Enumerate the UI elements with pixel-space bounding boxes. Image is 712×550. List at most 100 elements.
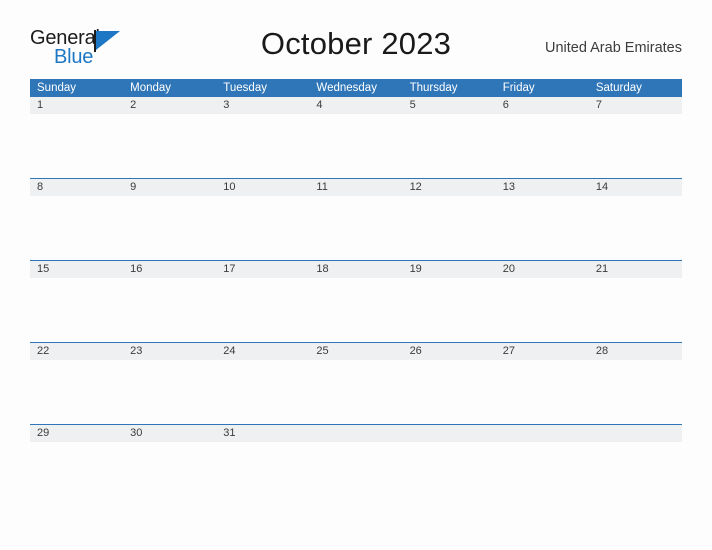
calendar-day-cell[interactable] bbox=[495, 424, 589, 506]
calendar-day-cell[interactable]: 6 bbox=[495, 97, 589, 179]
day-number: 29 bbox=[37, 427, 50, 439]
calendar-day-cell[interactable]: 8 bbox=[30, 178, 124, 261]
calendar-day-cell[interactable]: 12 bbox=[402, 178, 496, 261]
calendar-day-cell[interactable]: 23 bbox=[123, 342, 217, 425]
day-cell-content: 5 bbox=[402, 97, 496, 178]
day-number: 15 bbox=[37, 263, 50, 275]
calendar-table: Sunday Monday Tuesday Wednesday Thursday… bbox=[30, 79, 682, 506]
day-number-band: 5 bbox=[402, 97, 496, 114]
day-number-band: 20 bbox=[495, 261, 589, 278]
calendar-day-cell[interactable] bbox=[402, 424, 496, 506]
day-cell-content: 6 bbox=[495, 97, 589, 178]
calendar-day-cell[interactable]: 26 bbox=[402, 342, 496, 425]
day-number: 23 bbox=[130, 345, 143, 357]
day-number-band: 6 bbox=[495, 97, 589, 114]
day-cell-content: 23 bbox=[123, 343, 217, 424]
day-number: 18 bbox=[316, 263, 329, 275]
day-number: 10 bbox=[223, 181, 236, 193]
day-number: 1 bbox=[37, 99, 44, 111]
day-cell-content: 15 bbox=[30, 261, 124, 342]
day-number: 5 bbox=[409, 99, 416, 111]
day-cell-content: 14 bbox=[588, 179, 682, 260]
day-number: 20 bbox=[502, 263, 515, 275]
calendar-day-cell[interactable]: 27 bbox=[495, 342, 589, 425]
day-cell-content: 24 bbox=[216, 343, 310, 424]
day-cell-content: 7 bbox=[588, 97, 682, 178]
calendar-day-cell[interactable]: 4 bbox=[309, 97, 403, 179]
calendar-day-cell[interactable] bbox=[309, 424, 403, 506]
calendar-day-cell[interactable]: 2 bbox=[123, 97, 217, 179]
calendar-day-cell[interactable] bbox=[588, 424, 682, 506]
calendar-day-cell[interactable]: 30 bbox=[123, 424, 217, 506]
day-cell-content bbox=[309, 425, 403, 506]
day-cell-content: 1 bbox=[30, 97, 124, 178]
day-cell-content: 4 bbox=[309, 97, 403, 178]
calendar-day-cell[interactable]: 22 bbox=[30, 342, 124, 425]
calendar-day-cell[interactable]: 7 bbox=[588, 97, 682, 179]
day-number-band bbox=[495, 425, 589, 442]
day-number: 3 bbox=[223, 99, 230, 111]
calendar-day-cell[interactable]: 1 bbox=[30, 97, 124, 179]
day-number: 25 bbox=[316, 345, 329, 357]
day-number-band: 27 bbox=[495, 343, 589, 360]
day-number-band: 8 bbox=[30, 179, 124, 196]
day-number-band: 3 bbox=[216, 97, 310, 114]
day-number-band: 26 bbox=[402, 343, 496, 360]
day-number: 24 bbox=[223, 345, 236, 357]
day-cell-content: 9 bbox=[123, 179, 217, 260]
day-number: 2 bbox=[130, 99, 137, 111]
day-number: 30 bbox=[130, 427, 143, 439]
calendar-day-cell[interactable]: 25 bbox=[309, 342, 403, 425]
day-number-band: 19 bbox=[402, 261, 496, 278]
weekday-header-saturday: Saturday bbox=[588, 79, 682, 97]
calendar-page: General Blue October 2023 United Arab Em… bbox=[0, 0, 712, 550]
calendar-day-cell[interactable]: 16 bbox=[123, 260, 217, 343]
calendar-day-cell[interactable]: 31 bbox=[216, 424, 310, 506]
day-number-band: 11 bbox=[309, 179, 403, 196]
region-label: United Arab Emirates bbox=[544, 40, 682, 56]
calendar-day-cell[interactable]: 17 bbox=[216, 260, 310, 343]
weekday-header-monday: Monday bbox=[123, 79, 217, 97]
day-number-band bbox=[309, 425, 403, 442]
calendar-day-cell[interactable]: 14 bbox=[588, 178, 682, 261]
day-number-band: 14 bbox=[588, 179, 682, 196]
calendar-day-cell[interactable]: 29 bbox=[30, 424, 124, 506]
day-cell-content: 2 bbox=[123, 97, 217, 178]
calendar-day-cell[interactable]: 3 bbox=[216, 97, 310, 179]
weekday-header-friday: Friday bbox=[495, 79, 589, 97]
weekday-header-sunday: Sunday bbox=[30, 79, 124, 97]
calendar-day-cell[interactable]: 18 bbox=[309, 260, 403, 343]
day-number: 17 bbox=[223, 263, 236, 275]
calendar-day-cell[interactable]: 21 bbox=[588, 260, 682, 343]
day-number: 12 bbox=[409, 181, 422, 193]
day-cell-content: 27 bbox=[495, 343, 589, 424]
calendar-day-cell[interactable]: 15 bbox=[30, 260, 124, 343]
day-number: 7 bbox=[595, 99, 602, 111]
calendar-week-row: 1 2 3 4 5 6 7 bbox=[30, 97, 682, 179]
calendar-day-cell[interactable]: 10 bbox=[216, 178, 310, 261]
calendar-day-cell[interactable]: 19 bbox=[402, 260, 496, 343]
calendar-week-row: 22 23 24 25 26 27 28 bbox=[30, 342, 682, 425]
day-number-band: 29 bbox=[30, 425, 124, 442]
day-number: 8 bbox=[37, 181, 44, 193]
day-number-band: 18 bbox=[309, 261, 403, 278]
calendar-day-cell[interactable]: 28 bbox=[588, 342, 682, 425]
calendar-day-cell[interactable]: 20 bbox=[495, 260, 589, 343]
day-number-band: 22 bbox=[30, 343, 124, 360]
day-number-band: 25 bbox=[309, 343, 403, 360]
calendar-day-cell[interactable]: 9 bbox=[123, 178, 217, 261]
calendar-day-cell[interactable]: 11 bbox=[309, 178, 403, 261]
day-cell-content bbox=[495, 425, 589, 506]
day-number-band: 24 bbox=[216, 343, 310, 360]
day-number-band: 4 bbox=[309, 97, 403, 114]
day-number: 22 bbox=[37, 345, 50, 357]
calendar-day-cell[interactable]: 13 bbox=[495, 178, 589, 261]
day-number-band: 7 bbox=[588, 97, 682, 114]
day-number: 16 bbox=[130, 263, 143, 275]
calendar-day-cell[interactable]: 24 bbox=[216, 342, 310, 425]
day-number: 27 bbox=[502, 345, 515, 357]
day-number-band: 10 bbox=[216, 179, 310, 196]
calendar-day-cell[interactable]: 5 bbox=[402, 97, 496, 179]
day-cell-content: 22 bbox=[30, 343, 124, 424]
weekday-header-tuesday: Tuesday bbox=[216, 79, 310, 97]
